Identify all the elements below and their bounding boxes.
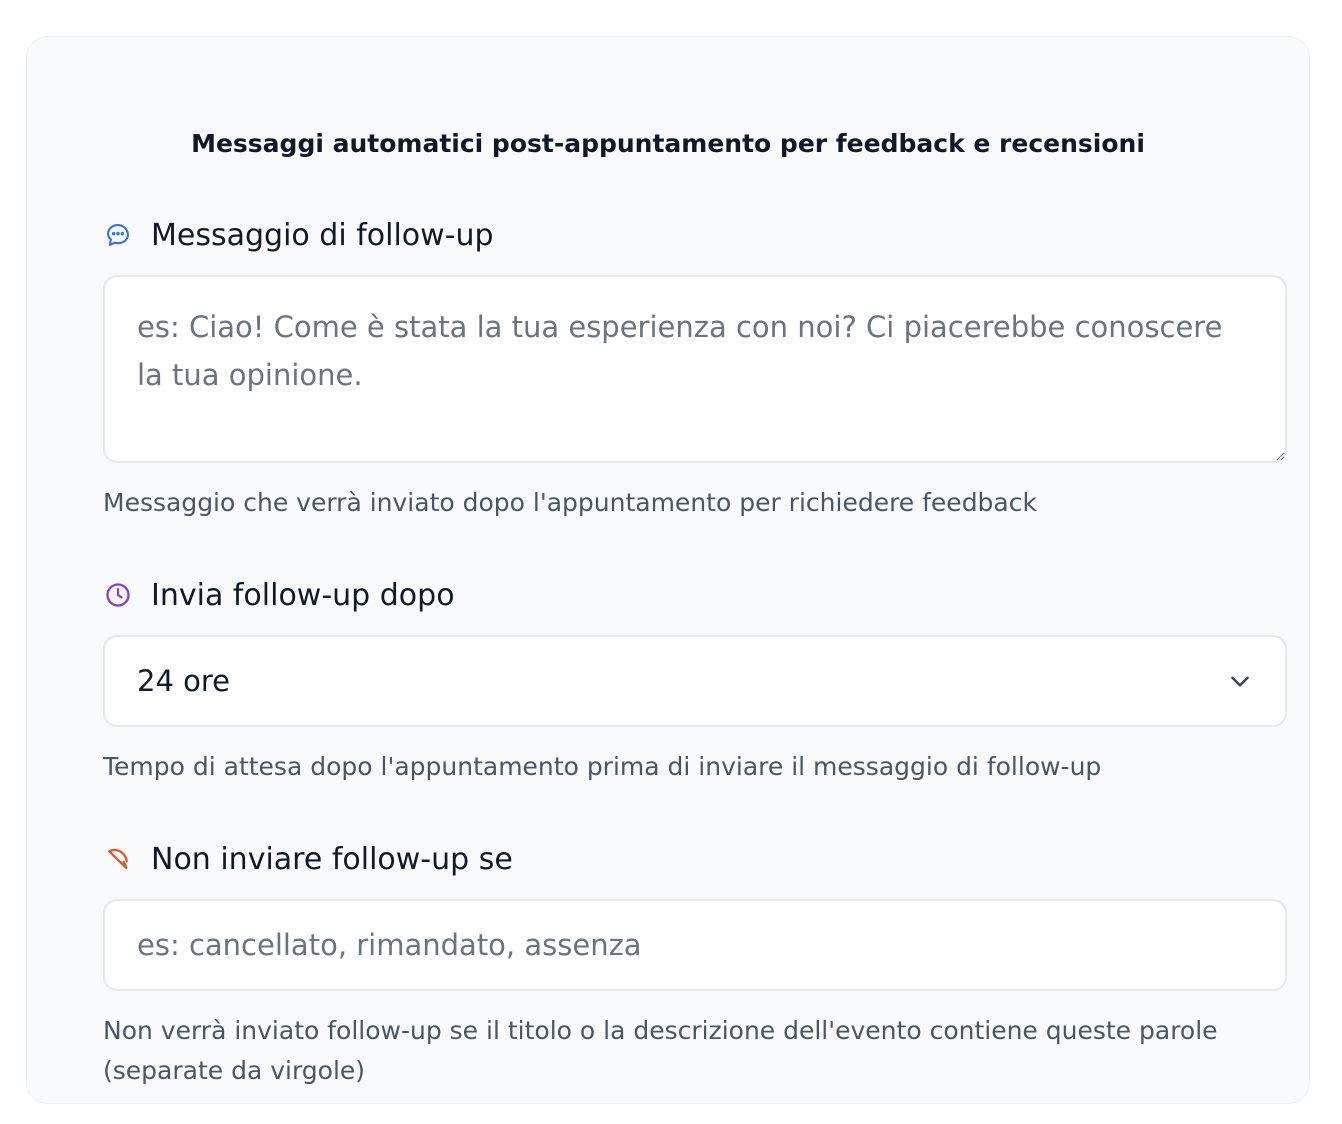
send-after-label-text: Invia follow-up dopo xyxy=(151,577,455,613)
send-after-label: Invia follow-up dopo xyxy=(103,573,455,617)
clock-icon xyxy=(103,580,133,610)
followup-message-helper: Messaggio che verrà inviato dopo l'appun… xyxy=(103,488,1037,517)
chat-bubble-icon xyxy=(103,220,133,250)
send-after-select[interactable]: 24 ore xyxy=(103,635,1287,727)
followup-message-textarea[interactable] xyxy=(103,275,1287,463)
send-after-helper: Tempo di attesa dopo l'appuntamento prim… xyxy=(103,752,1102,781)
followup-message-label: Messaggio di follow-up xyxy=(103,213,494,257)
exclude-keywords-helper: Non verrà inviato follow-up se il titolo… xyxy=(103,1016,1218,1085)
chevron-down-icon xyxy=(1227,668,1253,694)
exclude-keywords-label-text: Non inviare follow-up se xyxy=(151,841,513,877)
followup-settings-card: Messaggi automatici post-appuntamento pe… xyxy=(26,36,1310,1104)
card-title: Messaggi automatici post-appuntamento pe… xyxy=(191,129,1145,158)
ban-icon xyxy=(103,844,133,874)
followup-message-label-text: Messaggio di follow-up xyxy=(151,217,494,253)
exclude-keywords-label: Non inviare follow-up se xyxy=(103,837,513,881)
exclude-keywords-input[interactable] xyxy=(103,899,1287,991)
send-after-selected-value: 24 ore xyxy=(137,664,230,698)
